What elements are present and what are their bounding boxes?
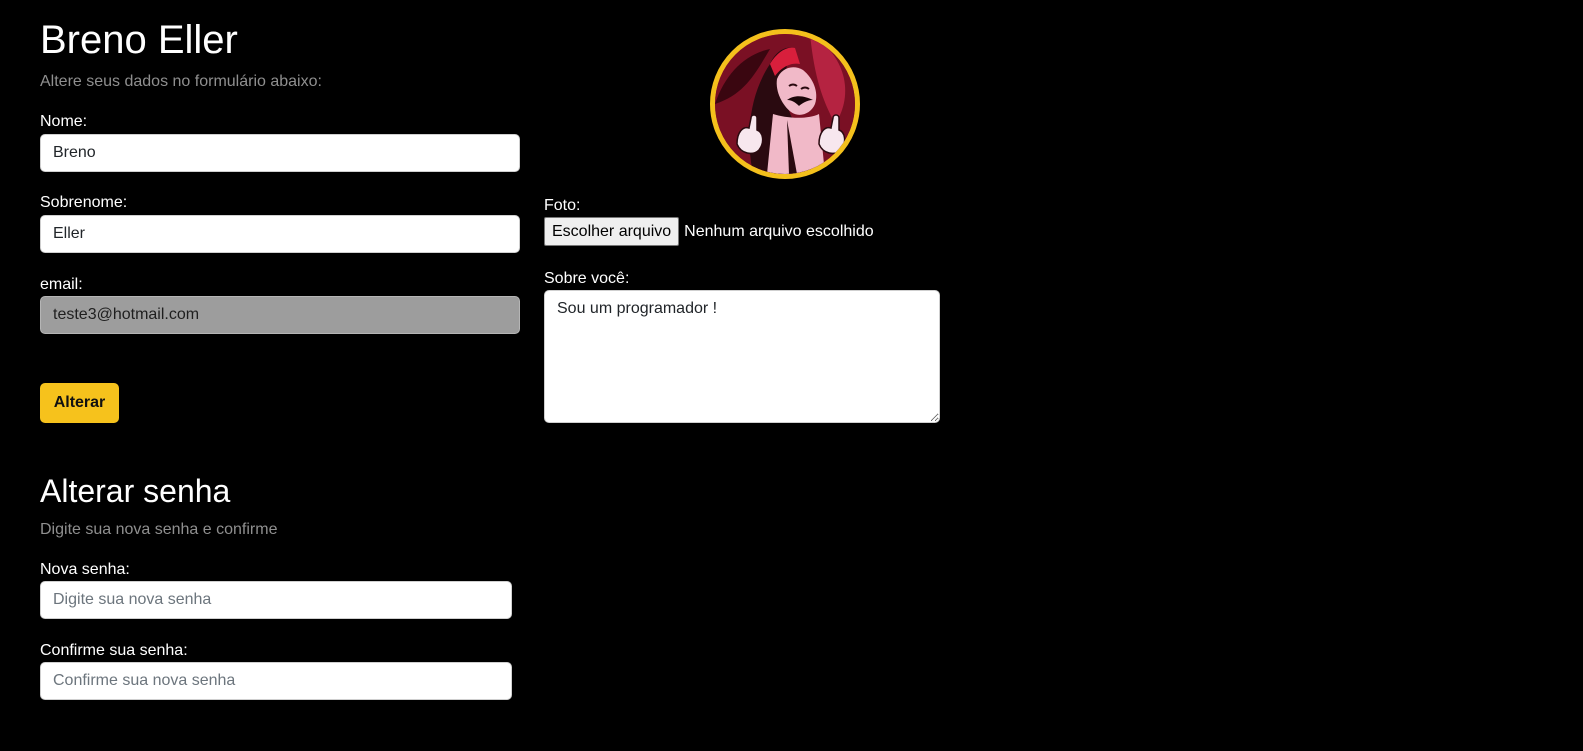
choose-file-button[interactable]: Escolher arquivo xyxy=(544,217,680,246)
email-label: email: xyxy=(40,276,83,293)
sobre-voce-textarea[interactable]: Sou um programador ! xyxy=(544,290,940,423)
avatar-illustration-icon xyxy=(715,34,855,174)
password-section-title: Alterar senha xyxy=(40,473,231,509)
nova-senha-label: Nova senha: xyxy=(40,561,130,578)
page-subtitle: Altere seus dados no formulário abaixo: xyxy=(40,73,322,90)
sobre-voce-label: Sobre você: xyxy=(544,270,630,287)
nome-label: Nome: xyxy=(40,113,88,130)
profile-avatar-image xyxy=(710,29,860,179)
confirme-senha-input[interactable] xyxy=(40,662,512,700)
file-status-text: Nenhum arquivo escolhido xyxy=(684,222,874,240)
confirme-senha-label: Confirme sua senha: xyxy=(40,642,188,659)
alterar-button[interactable]: Alterar xyxy=(40,383,119,423)
email-field xyxy=(40,296,520,334)
page-title: Breno Eller xyxy=(40,18,238,62)
nova-senha-input[interactable] xyxy=(40,581,512,619)
nome-input[interactable] xyxy=(40,134,520,172)
sobrenome-input[interactable] xyxy=(40,215,520,253)
password-section-subtitle: Digite sua nova senha e confirme xyxy=(40,521,278,538)
profile-page: Breno Eller Altere seus dados no formulá… xyxy=(0,0,1583,751)
file-picker: Escolher arquivo Nenhum arquivo escolhid… xyxy=(544,217,874,246)
sobrenome-label: Sobrenome: xyxy=(40,194,128,211)
foto-label: Foto: xyxy=(544,197,581,214)
